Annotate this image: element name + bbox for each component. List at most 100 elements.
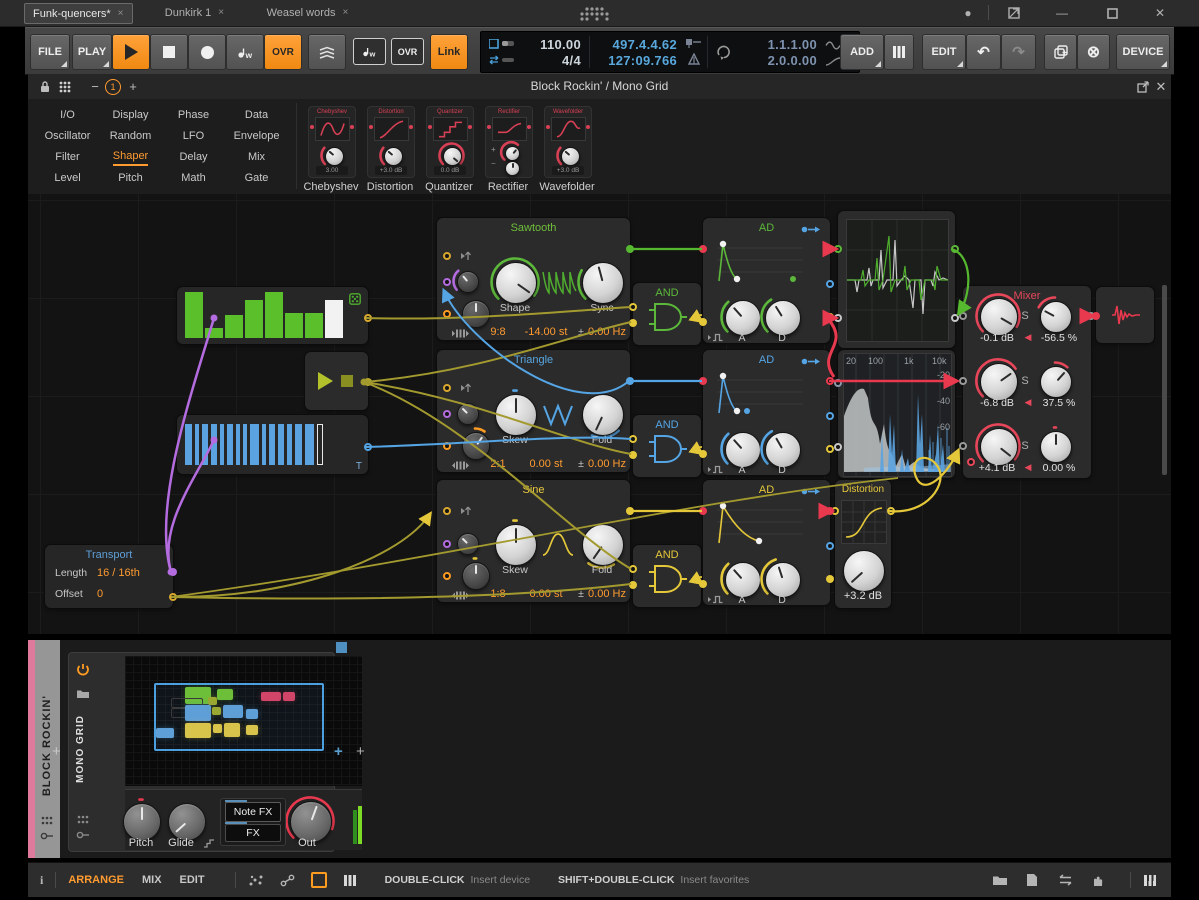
delete-button[interactable]: ⊗ <box>1077 34 1110 70</box>
metronome-icon[interactable] <box>686 53 702 65</box>
grid-cell[interactable] <box>246 725 258 735</box>
mixer-input-port[interactable] <box>959 312 967 320</box>
canvas-scrollbar[interactable] <box>1162 285 1167 475</box>
minimize-button[interactable]: — <box>1052 4 1072 22</box>
category-filter[interactable]: Filter <box>36 147 99 168</box>
project-tab[interactable]: Funk-quencers*× <box>24 3 133 24</box>
step-bar[interactable] <box>185 292 203 338</box>
follow-playback-icon[interactable] <box>489 55 515 65</box>
play-menu-button[interactable]: PLAY <box>72 34 112 70</box>
gate-bar[interactable] <box>278 424 284 465</box>
drag-handle-icon[interactable] <box>41 816 53 825</box>
loop-end-value[interactable]: 2.0.0.00 <box>739 53 817 68</box>
sine-output-port[interactable] <box>626 507 634 515</box>
ad-output-port[interactable] <box>826 507 834 515</box>
audio-out-input-port[interactable] <box>1092 312 1100 320</box>
file-menu-button[interactable]: FILE <box>30 34 70 70</box>
length-value[interactable]: 16 / 16th <box>97 567 140 579</box>
ad-end-port[interactable] <box>826 313 834 321</box>
offset-value[interactable]: 0 <box>97 588 103 600</box>
category-random[interactable]: Random <box>99 126 162 147</box>
mixer-input-port[interactable] <box>959 442 967 450</box>
transport-phase-output-port[interactable] <box>169 568 177 576</box>
loop-toggle-icon[interactable] <box>489 39 515 49</box>
ad-envelope-module[interactable]: ADAD <box>703 480 830 605</box>
mixer-input-port[interactable] <box>959 377 967 385</box>
detach-window-icon[interactable] <box>1004 4 1024 22</box>
spectrum-module[interactable]: 201001k10k-20-40-60 <box>838 350 955 478</box>
stop-button[interactable] <box>150 34 188 70</box>
ratio-value[interactable]: 1:8 <box>479 588 517 600</box>
steps-module[interactable] <box>177 287 368 344</box>
spectrum-input2-port[interactable] <box>834 443 842 451</box>
pop-out-icon[interactable] <box>1134 78 1152 95</box>
arrange-view-button[interactable]: ARRANGE <box>68 874 124 886</box>
playhead-position-value[interactable]: 497.4.4.62 <box>593 37 677 52</box>
time-signature-value[interactable]: 4/4 <box>521 53 581 68</box>
step-bar[interactable] <box>285 313 303 338</box>
fm-input-port[interactable] <box>443 410 451 418</box>
dice-icon[interactable] <box>349 293 361 305</box>
and-module[interactable]: AND <box>633 283 701 345</box>
device-drag-icon[interactable] <box>77 815 89 824</box>
pan-value[interactable]: 0.00 % <box>1031 462 1087 474</box>
gate-bar[interactable] <box>202 424 208 465</box>
gate-bar[interactable] <box>269 424 275 465</box>
fold-knob[interactable] <box>576 518 628 570</box>
device-view-toggle[interactable] <box>311 872 327 888</box>
trigger-stop-icon[interactable] <box>341 375 353 387</box>
overdub-button[interactable]: OVR <box>264 34 302 70</box>
sine-module[interactable]: Sine Skew Fold 1:8 0.00 st ± 0.00 Hz <box>437 480 630 602</box>
trigger-module[interactable] <box>305 352 368 410</box>
category-phase[interactable]: Phase <box>162 105 225 126</box>
palette-module-quantizer[interactable]: Quantizer0.0 dB <box>426 106 474 178</box>
record-button[interactable] <box>188 34 226 70</box>
pan-value[interactable]: 37.5 % <box>1031 397 1087 409</box>
pitch-input-port[interactable] <box>443 507 451 515</box>
sawtooth-module[interactable]: Sawtooth Shape Sync 9:8 -14.00 st ± 0.00… <box>437 218 630 340</box>
clip-automation-write-toggle[interactable]: w <box>353 38 386 65</box>
gate-bar[interactable] <box>220 424 224 465</box>
triangle-output-port[interactable] <box>626 377 634 385</box>
grid-cell[interactable] <box>246 709 258 719</box>
solo-button[interactable]: S <box>1017 375 1033 387</box>
palette-module-rectifier[interactable]: Rectifier+− <box>485 106 533 178</box>
grid-cell[interactable] <box>185 723 211 738</box>
shape-knob[interactable] <box>489 256 541 308</box>
semitone-value[interactable]: 0.00 st <box>513 458 579 470</box>
palette-knob[interactable] <box>499 155 524 180</box>
skew-knob[interactable] <box>489 518 541 570</box>
palette-module-chebyshev[interactable]: Chebyshev3.00 <box>308 106 356 178</box>
grid-cell[interactable] <box>213 724 222 733</box>
fm-input-port[interactable] <box>443 540 451 548</box>
mixer-extra-port[interactable] <box>967 458 975 466</box>
file-icon[interactable] <box>1026 873 1038 887</box>
category-oscillator[interactable]: Oscillator <box>36 126 99 147</box>
scope-input2-port[interactable] <box>834 314 842 322</box>
gates-module[interactable]: T <box>177 415 368 474</box>
fx-slot[interactable]: FX <box>225 824 281 842</box>
distortion-module[interactable]: Distortion +3.2 dB <box>835 480 891 608</box>
session-indicator-icon[interactable]: ● <box>958 4 978 22</box>
grid-preview-display[interactable] <box>125 656 362 786</box>
mixer-strips-icon[interactable] <box>343 874 357 887</box>
gate-bar[interactable] <box>227 424 233 465</box>
sync-knob[interactable] <box>576 256 628 308</box>
palette-module-distortion[interactable]: Distortion+3.0 dB <box>367 106 415 178</box>
mixer-pan-knob[interactable] <box>1034 295 1076 337</box>
grid-cell[interactable] <box>156 728 174 738</box>
fm-amount-knob[interactable] <box>451 527 483 559</box>
grid-cell[interactable] <box>217 689 233 700</box>
and-input2-port[interactable] <box>629 581 637 589</box>
gate-bar[interactable] <box>250 424 259 465</box>
grid-cell[interactable] <box>208 697 217 705</box>
audio-out-module[interactable] <box>1096 287 1154 343</box>
link-button[interactable]: Link <box>430 34 468 70</box>
category-pitch[interactable]: Pitch <box>99 168 162 189</box>
tab-close-icon[interactable]: × <box>118 8 124 19</box>
edit-view-button[interactable]: EDIT <box>180 874 205 886</box>
gates-output-port[interactable] <box>364 443 372 451</box>
retrigger-icon[interactable] <box>801 225 821 234</box>
palette-module-wavefolder[interactable]: Wavefolder+3.0 dB <box>544 106 592 178</box>
and-input2-port[interactable] <box>629 451 637 459</box>
